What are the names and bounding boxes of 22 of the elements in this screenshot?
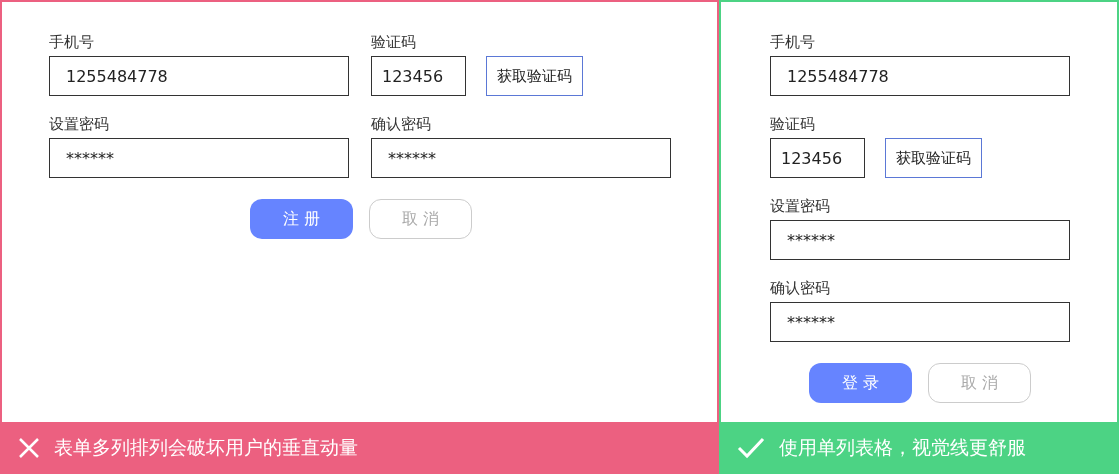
field-label: 验证码 (371, 32, 417, 52)
caption-text: 表单多列排列会破坏用户的垂直动量 (54, 435, 358, 460)
get-code-button[interactable]: 获取验证码 (486, 56, 583, 96)
field-label: 手机号 (770, 32, 816, 52)
input-field[interactable]: 123456 (371, 56, 466, 96)
cross-icon (18, 437, 40, 459)
get-code-button[interactable]: 获取验证码 (885, 138, 982, 178)
field-label: 确认密码 (770, 278, 831, 298)
input-field[interactable]: 1255484778 (770, 56, 1070, 96)
field-label: 手机号 (49, 32, 95, 52)
field-label: 设置密码 (49, 114, 110, 134)
input-field[interactable]: ****** (371, 138, 671, 178)
caption-text: 使用单列表格，视觉线更舒服 (779, 435, 1026, 460)
field-label: 确认密码 (371, 114, 432, 134)
input-field[interactable]: 123456 (770, 138, 865, 178)
field-label: 设置密码 (770, 196, 831, 216)
check-icon (737, 437, 765, 459)
input-field[interactable]: ****** (770, 220, 1070, 260)
input-field[interactable]: 1255484778 (49, 56, 349, 96)
field-label: 验证码 (770, 114, 816, 134)
input-field[interactable]: ****** (49, 138, 349, 178)
input-field[interactable]: ****** (770, 302, 1070, 342)
